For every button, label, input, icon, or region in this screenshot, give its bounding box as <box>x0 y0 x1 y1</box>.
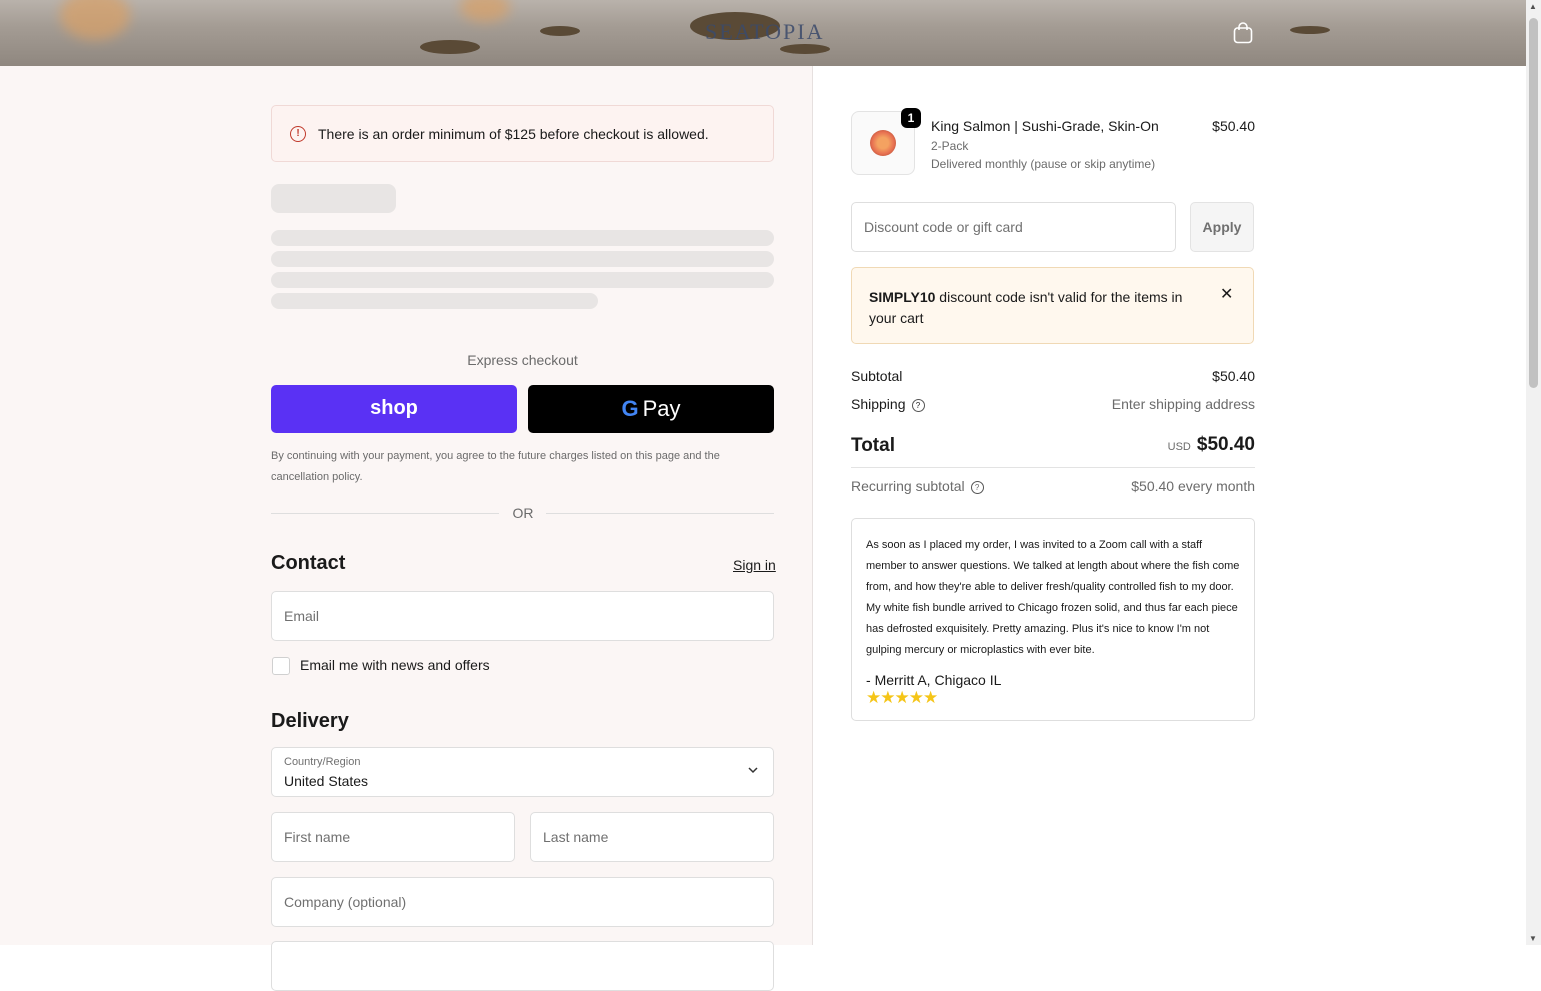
or-separator: OR <box>512 505 534 521</box>
email-placeholder: Email <box>284 608 320 624</box>
discount-error-text: SIMPLY10 discount code isn't valid for t… <box>869 287 1199 329</box>
shipping-row: Shipping? <box>851 396 925 412</box>
header-rock <box>540 26 580 36</box>
loading-skeleton <box>271 251 774 267</box>
alert-circle-icon: ! <box>290 126 306 142</box>
google-pay-button[interactable]: G Pay <box>528 385 774 433</box>
product-title: King Salmon | Sushi-Grade, Skin-On <box>931 118 1159 134</box>
subtotal-label: Subtotal <box>851 368 903 384</box>
header-banner: SEATOPIA <box>0 0 1526 66</box>
company-field[interactable]: Company (optional) <box>271 877 774 927</box>
apply-button[interactable]: Apply <box>1190 202 1254 252</box>
close-icon[interactable]: ✕ <box>1220 284 1233 304</box>
google-pay-label: Pay <box>642 396 681 421</box>
last-name-field[interactable]: Last name <box>530 812 774 862</box>
discount-code-input[interactable]: Discount code or gift card <box>851 202 1176 252</box>
company-placeholder: Company (optional) <box>284 894 407 910</box>
total-label: Total <box>851 435 895 456</box>
google-g-icon: G <box>621 396 639 421</box>
help-icon[interactable]: ? <box>911 399 925 412</box>
product-price: $50.40 <box>1212 118 1255 134</box>
first-name-field[interactable]: First name <box>271 812 515 862</box>
payment-terms: By continuing with your payment, you agr… <box>271 450 720 483</box>
scroll-up-icon[interactable]: ▲ <box>1529 2 1537 11</box>
header-blur <box>60 0 130 40</box>
testimonial-quote: As soon as I placed my order, I was invi… <box>866 539 1240 656</box>
logo[interactable]: SEATOPIA <box>705 19 825 45</box>
shop-pay-button[interactable]: shop <box>271 385 517 433</box>
divider <box>546 513 774 514</box>
divider <box>851 467 1255 468</box>
recurring-row: Recurring subtotal? <box>851 478 984 494</box>
chevron-down-icon <box>748 767 758 774</box>
discount-code: SIMPLY10 <box>869 289 936 305</box>
order-minimum-banner: ! There is an order minimum of $125 befo… <box>271 105 774 162</box>
author-prefix: - <box>866 672 875 688</box>
shipping-value: Enter shipping address <box>1111 396 1255 412</box>
header-rock <box>420 40 480 54</box>
help-icon[interactable]: ? <box>970 481 984 494</box>
total-value: $50.40 <box>1196 434 1255 455</box>
order-summary-panel <box>813 66 1526 945</box>
recurring-label: Recurring subtotal <box>851 478 965 494</box>
loading-skeleton <box>271 272 774 288</box>
country-label: Country/Region <box>284 756 361 768</box>
testimonial-card: As soon as I placed my order, I was invi… <box>851 518 1255 721</box>
header-rock <box>780 44 830 54</box>
last-name-placeholder: Last name <box>543 829 609 845</box>
loading-skeleton <box>271 184 396 213</box>
page-scrollbar[interactable]: ▲ ▼ <box>1526 0 1541 945</box>
first-name-placeholder: First name <box>284 829 351 845</box>
product-variant: 2-Pack <box>931 139 969 153</box>
currency-code: USD <box>1167 441 1191 453</box>
testimonial-author: - Merritt A, Chigaco IL <box>866 672 1001 688</box>
delivery-heading: Delivery <box>271 710 349 732</box>
banner-text: There is an order minimum of $125 before… <box>318 126 709 142</box>
star-rating-icon: ★★★★★ <box>866 688 938 707</box>
total-row: USD $50.40 <box>1168 434 1255 456</box>
address-field[interactable] <box>271 941 774 991</box>
shopping-bag-icon[interactable] <box>1233 22 1253 44</box>
header-blur <box>460 0 510 22</box>
discount-error-banner: SIMPLY10 discount code isn't valid for t… <box>851 267 1254 344</box>
divider <box>271 513 499 514</box>
header-rock <box>1290 26 1330 34</box>
author-name: Merritt A, Chigaco IL <box>874 672 1002 688</box>
email-field[interactable]: Email <box>271 591 774 641</box>
loading-skeleton <box>271 230 774 246</box>
contact-heading: Contact <box>271 552 346 574</box>
quantity-badge: 1 <box>901 108 921 128</box>
country-value: United States <box>284 773 369 789</box>
scrollbar-thumb[interactable] <box>1529 18 1538 388</box>
newsletter-checkbox[interactable] <box>272 657 290 675</box>
newsletter-label[interactable]: Email me with news and offers <box>300 657 490 673</box>
sign-in-link[interactable]: Sign in <box>733 557 776 573</box>
product-delivery-note: Delivered monthly (pause or skip anytime… <box>931 157 1156 171</box>
loading-skeleton <box>271 293 598 309</box>
discount-placeholder: Discount code or gift card <box>864 219 1023 235</box>
recurring-value: $50.40 every month <box>1131 478 1255 494</box>
salmon-image <box>870 130 896 156</box>
express-checkout-label: Express checkout <box>467 352 578 368</box>
scroll-down-icon[interactable]: ▼ <box>1529 934 1537 943</box>
shipping-label: Shipping <box>851 396 906 412</box>
subtotal-value: $50.40 <box>1212 368 1255 384</box>
country-select[interactable]: Country/Region United States <box>271 747 774 797</box>
